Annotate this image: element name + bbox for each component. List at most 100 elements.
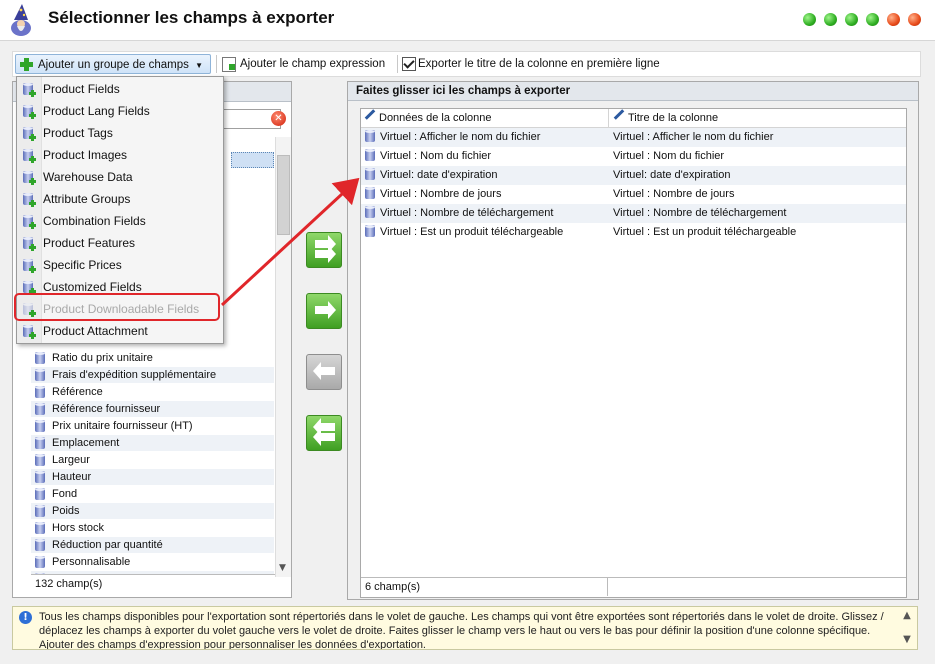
database-icon (365, 206, 375, 218)
add-all-fields-button[interactable] (306, 232, 342, 268)
export-field-row[interactable]: Virtuel : Nombre de téléchargement Virtue… (361, 204, 906, 223)
column-data-cell[interactable]: Virtuel : Est un produit téléchargeable (361, 223, 609, 242)
column-data-cell[interactable]: Virtuel : Nom du fichier (361, 147, 609, 166)
available-field-item[interactable]: Fond (31, 486, 274, 502)
plus-icon (29, 134, 36, 141)
wizard-icon (11, 4, 31, 36)
database-icon (35, 488, 45, 500)
database-icon (365, 225, 375, 237)
remove-field-button[interactable] (306, 354, 342, 390)
column-title-cell[interactable]: Virtuel : Nom du fichier (610, 147, 724, 166)
available-field-item[interactable]: Hauteur (31, 469, 274, 485)
column-title-cell[interactable]: Virtuel: date d'expiration (610, 166, 730, 185)
column-data-header[interactable]: Données de la colonne (361, 109, 609, 127)
field-group-menu-label: Product Fields (43, 82, 120, 96)
column-title-cell[interactable]: Virtuel : Est un produit téléchargeable (610, 223, 796, 242)
column-title-cell[interactable]: Virtuel : Nombre de jours (610, 185, 734, 204)
column-data-cell[interactable]: Virtuel : Nombre de téléchargement (361, 204, 609, 223)
export-field-row[interactable]: Virtuel : Est un produit téléchargeable V… (361, 223, 906, 242)
info-text: Tous les champs disponibles pour l'expor… (39, 611, 884, 650)
available-field-item[interactable]: Personnalisable (31, 554, 274, 570)
add-field-group-button[interactable]: Ajouter un groupe de champs ▼ (15, 54, 211, 74)
available-fields-scrollbar[interactable]: ▼ (275, 137, 291, 577)
available-field-item[interactable]: Emplacement (31, 435, 274, 451)
field-group-menu-item[interactable]: Specific Prices (17, 254, 223, 276)
column-title-header[interactable]: Titre de la colonne (610, 109, 718, 127)
field-group-menu-item[interactable]: Product Features (17, 232, 223, 254)
available-field-item[interactable]: Réduction par quantité (31, 537, 274, 553)
clear-search-icon[interactable]: ✕ (271, 111, 286, 126)
column-data-text: Virtuel : Est un produit téléchargeable (380, 226, 564, 238)
database-icon (35, 403, 45, 415)
database-icon (35, 369, 45, 381)
database-icon (365, 168, 375, 180)
info-bar: ! Tous les champs disponibles pour l'exp… (12, 606, 918, 650)
window-title: Sélectionner les champs à exporter (48, 8, 335, 27)
available-field-item[interactable]: Poids (31, 503, 274, 519)
scroll-down-icon[interactable]: ▼ (902, 635, 912, 645)
column-data-cell[interactable]: Virtuel: date d'expiration (361, 166, 609, 185)
field-group-menu-label: Warehouse Data (43, 170, 133, 184)
available-field-label: Personnalisable (52, 556, 131, 568)
available-field-item[interactable]: Frais d'expédition supplémentaire (31, 367, 274, 383)
available-field-item[interactable]: Référence (31, 384, 274, 400)
database-icon (35, 437, 45, 449)
column-data-text: Virtuel : Nom du fichier (380, 150, 492, 162)
field-group-menu-label: Specific Prices (43, 258, 122, 272)
export-field-row[interactable]: Virtuel : Nombre de jours Virtuel : Nombr… (361, 185, 906, 204)
available-field-label: Poids (52, 505, 80, 517)
scroll-up-icon[interactable]: ▲ (902, 611, 912, 621)
status-dot (908, 13, 921, 26)
export-fields-panel: Faites glisser ici les champs à exporter… (347, 81, 919, 600)
field-group-menu-label: Combination Fields (43, 214, 146, 228)
available-field-item[interactable]: Ratio du prix unitaire (31, 350, 274, 366)
add-field-button[interactable] (306, 293, 342, 329)
info-scrollbar[interactable]: ▲ ▼ (899, 607, 915, 649)
field-group-menu-item[interactable]: Warehouse Data (17, 166, 223, 188)
database-icon (35, 352, 45, 364)
field-group-menu-label: Attribute Groups (43, 192, 131, 206)
field-group-menu-label: Product Attachment (43, 324, 148, 338)
available-field-item[interactable]: Hors stock (31, 520, 274, 536)
add-expression-field-button[interactable]: Ajouter le champ expression (221, 54, 385, 74)
column-title-header-label: Titre de la colonne (628, 112, 719, 124)
export-field-row[interactable]: Virtuel: date d'expiration Virtuel: date … (361, 166, 906, 185)
selected-field-item[interactable] (231, 152, 274, 168)
column-data-text: Virtuel : Afficher le nom du fichier (380, 131, 541, 143)
available-field-item[interactable]: Référence fournisseur (31, 401, 274, 417)
field-group-menu-item[interactable]: Product Tags (17, 122, 223, 144)
add-expression-field-label: Ajouter le champ expression (240, 58, 386, 70)
remove-all-fields-button[interactable] (306, 415, 342, 451)
available-field-label: Hauteur (52, 471, 92, 483)
export-fields-grid[interactable]: Données de la colonne Titre de la colonn… (360, 108, 907, 598)
field-group-menu-item[interactable]: Attribute Groups (17, 188, 223, 210)
database-icon (35, 454, 45, 466)
export-field-row[interactable]: Virtuel : Afficher le nom du fichier Virt… (361, 128, 906, 147)
available-field-label: Frais d'expédition supplémentaire (52, 369, 217, 381)
status-dot (887, 13, 900, 26)
available-field-item[interactable]: Largeur (31, 452, 274, 468)
plus-icon (29, 222, 36, 229)
column-data-header-label: Données de la colonne (379, 112, 492, 124)
field-group-menu-item[interactable]: Product Fields (17, 78, 223, 100)
scroll-down-icon[interactable]: ▼ (279, 563, 286, 573)
scrollbar-thumb[interactable] (277, 155, 290, 235)
field-group-menu-item[interactable]: Product Lang Fields (17, 100, 223, 122)
column-data-cell[interactable]: Virtuel : Afficher le nom du fichier (361, 128, 609, 147)
export-fields-header: Faites glisser ici les champs à exporter (348, 82, 918, 101)
export-column-title-label: Exporter le titre de la colonne en premi… (418, 58, 660, 70)
column-title-cell[interactable]: Virtuel : Nombre de téléchargement (610, 204, 786, 223)
export-field-row[interactable]: Virtuel : Nom du fichier Virtuel : Nom du… (361, 147, 906, 166)
field-group-menu-item[interactable]: Combination Fields (17, 210, 223, 232)
database-icon (35, 471, 45, 483)
export-column-title-checkbox[interactable]: Exporter le titre de la colonne en premi… (402, 54, 660, 74)
column-data-cell[interactable]: Virtuel : Nombre de jours (361, 185, 609, 204)
field-group-menu-item[interactable]: Product Attachment (17, 320, 223, 342)
column-title-cell[interactable]: Virtuel : Afficher le nom du fichier (610, 128, 773, 147)
available-field-item[interactable]: Prix unitaire fournisseur (HT) (31, 418, 274, 434)
database-icon (35, 505, 45, 517)
column-divider[interactable] (608, 109, 609, 127)
status-dot (845, 13, 858, 26)
field-group-menu-item[interactable]: Product Images (17, 144, 223, 166)
available-field-label: Hors stock (52, 522, 104, 534)
